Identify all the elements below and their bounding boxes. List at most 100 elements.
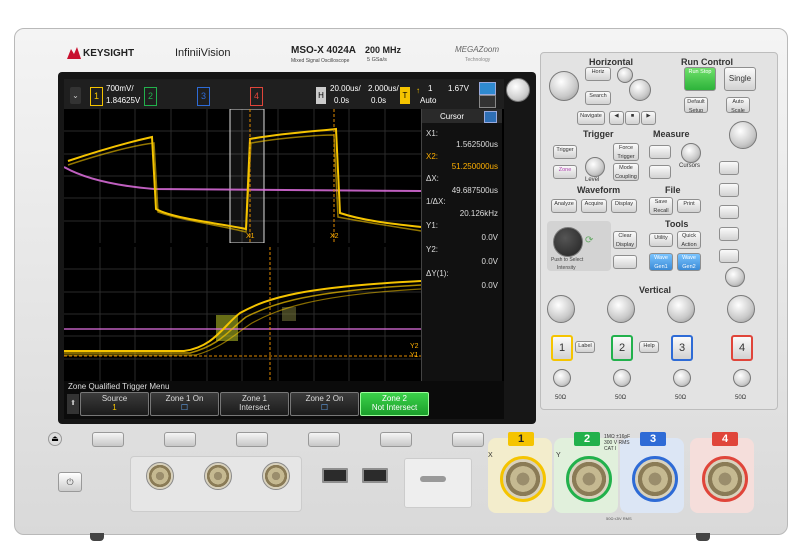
nav-stop-icon[interactable]: ■ — [625, 111, 640, 125]
ch3-position-knob[interactable] — [673, 369, 691, 387]
physical-softkey-6[interactable] — [452, 432, 484, 447]
physical-softkey-3[interactable] — [236, 432, 268, 447]
single-button[interactable]: Single — [724, 67, 756, 91]
ch3-scale-knob[interactable] — [667, 295, 695, 323]
ch4-bnc-connector[interactable] — [702, 456, 748, 502]
softkey-zone1-mode[interactable]: Zone 1 Intersect — [220, 392, 289, 416]
help-button[interactable]: Help — [639, 341, 659, 353]
ch4-button[interactable]: 4 — [731, 335, 753, 361]
side-button-3[interactable] — [719, 205, 739, 219]
ch3-button[interactable]: 3 — [671, 335, 693, 361]
horiz-button[interactable]: Horiz — [585, 67, 611, 81]
ch1-position-knob[interactable] — [553, 369, 571, 387]
zoom-waveform-window[interactable] — [64, 247, 421, 381]
mode-coupling-button[interactable]: Mode Coupling — [613, 163, 639, 181]
cursor-y2-marker[interactable]: Y2 — [410, 343, 419, 350]
usb-port-1[interactable] — [322, 468, 348, 483]
wave-gen1-button[interactable]: Wave Gen1 — [649, 253, 673, 271]
display-button[interactable]: Display — [611, 199, 637, 213]
probe-comp-terminal[interactable] — [420, 476, 446, 482]
nav-back-icon[interactable]: ◀ — [609, 111, 624, 125]
side-button-4[interactable] — [719, 227, 739, 241]
screen-side-knob[interactable] — [506, 78, 530, 102]
softkey-zone1-on[interactable]: Zone 1 On ☐ — [150, 392, 219, 416]
cursor-panel-icon[interactable] — [484, 111, 497, 123]
brand-logo-text: KEYSIGHT — [83, 48, 135, 59]
entry-knob[interactable] — [553, 227, 583, 257]
physical-softkey-4[interactable] — [308, 432, 340, 447]
power-button[interactable]: ⏻ — [58, 472, 82, 492]
softkey-zone2-mode[interactable]: Zone 2 Not Intersect — [360, 392, 429, 416]
wave-gen2-button[interactable]: Wave Gen2 — [677, 253, 701, 271]
math-knob[interactable] — [729, 121, 757, 149]
ch2-bnc-connector[interactable] — [566, 456, 612, 502]
cursor-x2-marker[interactable]: X2 — [330, 233, 339, 240]
physical-softkey-1[interactable] — [92, 432, 124, 447]
menu-collapse-icon[interactable]: ⌄ — [70, 87, 81, 104]
horizontal-scale-knob[interactable] — [549, 71, 579, 101]
ch2-position-knob[interactable] — [613, 369, 631, 387]
auto-scale-button[interactable]: Auto Scale — [726, 97, 750, 113]
ch1-indicator[interactable]: 1 — [90, 87, 103, 106]
navigate-button[interactable]: Navigate — [577, 111, 605, 125]
print-button[interactable]: Print — [677, 199, 701, 213]
acquire-button[interactable]: Acquire — [581, 199, 607, 213]
utility-button[interactable]: Utility — [649, 233, 673, 247]
force-trigger-button[interactable]: Force Trigger — [613, 143, 639, 161]
side-knob[interactable] — [725, 267, 745, 287]
ch4-position-knob[interactable] — [733, 369, 751, 387]
meas-button[interactable] — [649, 165, 671, 179]
x-input-label: X — [488, 452, 493, 459]
side-button-1[interactable] — [719, 161, 739, 175]
ch2-button[interactable]: 2 — [611, 335, 633, 361]
trigger-level-knob[interactable] — [585, 157, 605, 177]
delta-y-label: ΔY(1): — [426, 269, 449, 278]
zone-button[interactable]: Zone — [553, 165, 577, 179]
side-button-5[interactable] — [719, 249, 739, 263]
side-button-2[interactable] — [719, 183, 739, 197]
search-button[interactable]: Search — [585, 91, 611, 105]
usb-port-2[interactable] — [362, 468, 388, 483]
main-waveform-window[interactable] — [64, 109, 421, 243]
y1-value: 0.0V — [481, 233, 498, 242]
save-recall-button[interactable]: Save Recall — [649, 197, 673, 215]
softkey-zone2-on[interactable]: Zone 2 On ☐ — [290, 392, 359, 416]
cursor-x1-marker[interactable]: X1 — [246, 233, 255, 240]
ch1-scale-knob[interactable] — [547, 295, 575, 323]
physical-softkey-5[interactable] — [380, 432, 412, 447]
cursors-knob[interactable] — [681, 143, 701, 163]
ext-trig-connector[interactable] — [262, 462, 290, 490]
measure-button[interactable] — [649, 145, 671, 159]
clear-display-button[interactable]: Clear Display — [613, 231, 637, 249]
nav-forward-icon[interactable]: ▶ — [641, 111, 656, 125]
physical-softkey-2[interactable] — [164, 432, 196, 447]
ch2-indicator[interactable]: 2 — [144, 87, 157, 106]
ch2-scale-knob[interactable] — [607, 295, 635, 323]
horizontal-position-knob[interactable] — [629, 79, 651, 101]
ch3-bnc-connector[interactable] — [632, 456, 678, 502]
scope-display[interactable]: ⌄ 1 700mV/ 1.84625V 2 3 4 H 20.00us/ 0.0… — [64, 79, 504, 419]
display-mode-icon[interactable] — [479, 95, 496, 108]
ch3-indicator[interactable]: 3 — [197, 87, 210, 106]
softkey-source[interactable]: Source 1 — [80, 392, 149, 416]
analyze-button[interactable]: Analyze — [551, 199, 577, 213]
ch1-button[interactable]: 1 — [551, 335, 573, 361]
horizontal-indicator[interactable]: H — [316, 87, 326, 104]
trigger-button[interactable]: Trigger — [553, 145, 577, 159]
cursor-y1-marker[interactable]: Y1 — [410, 352, 419, 359]
run-stop-button[interactable]: Run Stop — [684, 67, 716, 91]
back-up-icon[interactable]: ⏏ — [48, 432, 62, 446]
trigger-indicator[interactable]: T — [400, 87, 410, 104]
quick-action-button[interactable]: Quick Action — [677, 231, 701, 249]
demo1-connector[interactable] — [146, 462, 174, 490]
ch4-indicator[interactable]: 4 — [250, 87, 263, 106]
menu-back-icon[interactable]: ⬆ — [67, 394, 79, 414]
zoom-search-icon[interactable] — [617, 67, 633, 83]
demo2-connector[interactable] — [204, 462, 232, 490]
label-button[interactable]: Label — [575, 341, 595, 353]
default-setup-button[interactable]: Default Setup — [684, 97, 708, 113]
ch4-scale-knob[interactable] — [727, 295, 755, 323]
ch1-bnc-connector[interactable] — [500, 456, 546, 502]
network-icon[interactable] — [479, 82, 496, 95]
touch-button[interactable] — [613, 255, 637, 269]
